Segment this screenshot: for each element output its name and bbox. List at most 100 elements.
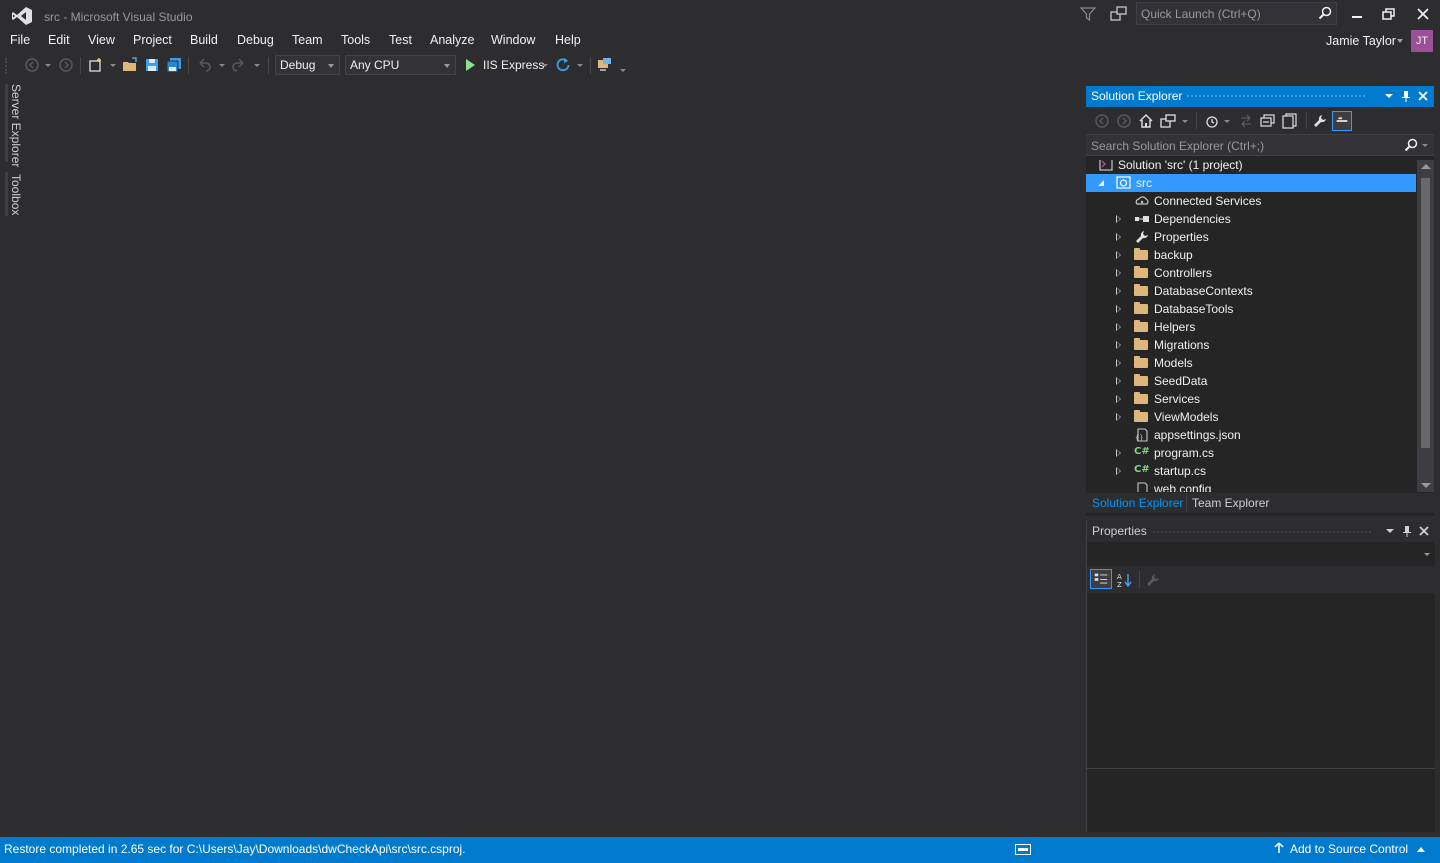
preview-selected-items-icon[interactable] [1332, 111, 1352, 131]
solution-search-input[interactable] [1091, 138, 1391, 153]
add-to-source-control-button[interactable]: Add to Source Control [1274, 842, 1426, 856]
account-dropdown-icon[interactable] [1397, 39, 1403, 43]
refresh-icon[interactable] [555, 57, 571, 73]
expand-arrow-icon[interactable] [1116, 251, 1121, 259]
tree-item[interactable]: DatabaseTools [1086, 300, 1416, 318]
redo-dropdown-icon[interactable] [254, 64, 260, 67]
window-position-dropdown-icon[interactable] [1382, 89, 1396, 103]
expand-arrow-icon[interactable] [1116, 413, 1121, 421]
open-file-icon[interactable] [122, 57, 138, 73]
menu-window[interactable]: Window [491, 33, 535, 47]
tab-solution-explorer[interactable]: Solution Explorer [1092, 496, 1183, 510]
tree-item[interactable]: Solution 'src' (1 project) [1086, 160, 1416, 174]
tree-item[interactable]: web.config [1086, 480, 1416, 492]
back-icon[interactable] [1094, 113, 1110, 129]
sync-with-active-document-icon[interactable] [1238, 113, 1254, 129]
browser-link-icon[interactable] [597, 57, 613, 73]
collapse-arrow-icon[interactable] [1098, 180, 1104, 186]
expand-arrow-icon[interactable] [1116, 341, 1121, 349]
toolbar-grip[interactable] [5, 58, 7, 74]
search-icon[interactable] [1318, 6, 1332, 20]
restore-button[interactable] [1376, 4, 1402, 24]
menu-file[interactable]: File [10, 33, 30, 47]
property-pages-wrench-icon[interactable] [1145, 572, 1161, 588]
search-options-dropdown-icon[interactable] [1422, 144, 1428, 147]
notifications-filter-icon[interactable] [1080, 6, 1096, 22]
undo-dropdown-icon[interactable] [219, 64, 225, 67]
tree-item[interactable]: SeedData [1086, 372, 1416, 390]
menu-help[interactable]: Help [555, 33, 581, 47]
solution-tree-scrollbar[interactable] [1417, 160, 1434, 492]
object-select[interactable] [1087, 544, 1435, 564]
new-project-dropdown-icon[interactable] [110, 64, 116, 67]
filter-dropdown-icon[interactable] [1224, 120, 1230, 123]
account-name[interactable]: Jamie Taylor [1326, 34, 1396, 48]
tree-item[interactable]: Services [1086, 390, 1416, 408]
expand-arrow-icon[interactable] [1116, 305, 1121, 313]
tree-item[interactable]: C# program.cs [1086, 444, 1416, 462]
platform-select[interactable]: Any CPU [345, 55, 456, 75]
pin-icon[interactable] [1399, 89, 1413, 103]
expand-arrow-icon[interactable] [1116, 449, 1121, 457]
collapse-all-icon[interactable] [1260, 113, 1276, 129]
pending-changes-filter-icon[interactable] [1204, 113, 1220, 129]
keyboard-icon[interactable] [1015, 844, 1031, 855]
tree-item[interactable]: backup [1086, 246, 1416, 264]
tree-item[interactable]: src [1086, 174, 1416, 192]
undo-icon[interactable] [196, 57, 212, 73]
home-icon[interactable] [1138, 113, 1154, 129]
tree-item[interactable]: Controllers [1086, 264, 1416, 282]
menu-project[interactable]: Project [133, 33, 172, 47]
menu-analyze[interactable]: Analyze [430, 33, 474, 47]
pin-icon[interactable] [1400, 524, 1414, 538]
expand-arrow-icon[interactable] [1116, 269, 1121, 277]
expand-arrow-icon[interactable] [1116, 323, 1121, 331]
scroll-down-icon[interactable] [1421, 483, 1431, 488]
expand-arrow-icon[interactable] [1116, 395, 1121, 403]
expand-arrow-icon[interactable] [1116, 359, 1121, 367]
configuration-select[interactable]: Debug [275, 55, 340, 75]
tree-item[interactable]: Connected Services [1086, 192, 1416, 210]
menu-team[interactable]: Team [292, 33, 323, 47]
minimize-button[interactable] [1344, 4, 1370, 24]
tree-item[interactable]: Dependencies [1086, 210, 1416, 228]
refresh-dropdown-icon[interactable] [577, 64, 583, 67]
start-debugging-button[interactable]: IIS Express [464, 56, 544, 74]
quick-launch-box[interactable] [1136, 2, 1337, 25]
feedback-icon[interactable] [1110, 6, 1128, 22]
tree-item[interactable]: Properties [1086, 228, 1416, 246]
switch-views-dropdown-icon[interactable] [1182, 120, 1188, 123]
tab-team-explorer[interactable]: Team Explorer [1192, 496, 1269, 510]
tree-item[interactable]: Migrations [1086, 336, 1416, 354]
categorized-icon[interactable] [1090, 569, 1112, 589]
solution-explorer-search[interactable] [1086, 134, 1434, 156]
close-icon[interactable] [1416, 89, 1430, 103]
alphabetical-icon[interactable]: AZ [1117, 572, 1133, 588]
properties-wrench-icon[interactable] [1312, 113, 1328, 129]
menu-build[interactable]: Build [190, 33, 218, 47]
scroll-thumb[interactable] [1421, 178, 1430, 448]
expand-arrow-icon[interactable] [1116, 233, 1121, 241]
property-grid[interactable] [1087, 594, 1435, 766]
navigate-forward-icon[interactable] [58, 57, 74, 73]
menu-view[interactable]: View [88, 33, 115, 47]
save-all-icon[interactable] [166, 57, 182, 73]
new-project-icon[interactable] [88, 57, 104, 73]
menu-tools[interactable]: Tools [341, 33, 370, 47]
server-explorer-tab[interactable]: Server Explorer [9, 84, 23, 167]
navigate-back-dropdown-icon[interactable] [45, 64, 51, 67]
forward-icon[interactable] [1116, 113, 1132, 129]
tree-item[interactable]: C# startup.cs [1086, 462, 1416, 480]
scroll-up-icon[interactable] [1421, 164, 1431, 169]
show-all-files-icon[interactable] [1282, 113, 1298, 129]
tree-item[interactable]: Models [1086, 354, 1416, 372]
redo-icon[interactable] [231, 57, 247, 73]
toolbar-overflow-icon[interactable] [620, 69, 626, 72]
drag-grip[interactable] [1152, 530, 1372, 535]
tree-item[interactable]: DatabaseContexts [1086, 282, 1416, 300]
window-position-dropdown-icon[interactable] [1383, 524, 1397, 538]
solution-explorer-header[interactable]: Solution Explorer [1086, 86, 1434, 107]
quick-launch-input[interactable] [1141, 6, 1313, 22]
expand-arrow-icon[interactable] [1116, 467, 1121, 475]
expand-arrow-icon[interactable] [1116, 287, 1121, 295]
